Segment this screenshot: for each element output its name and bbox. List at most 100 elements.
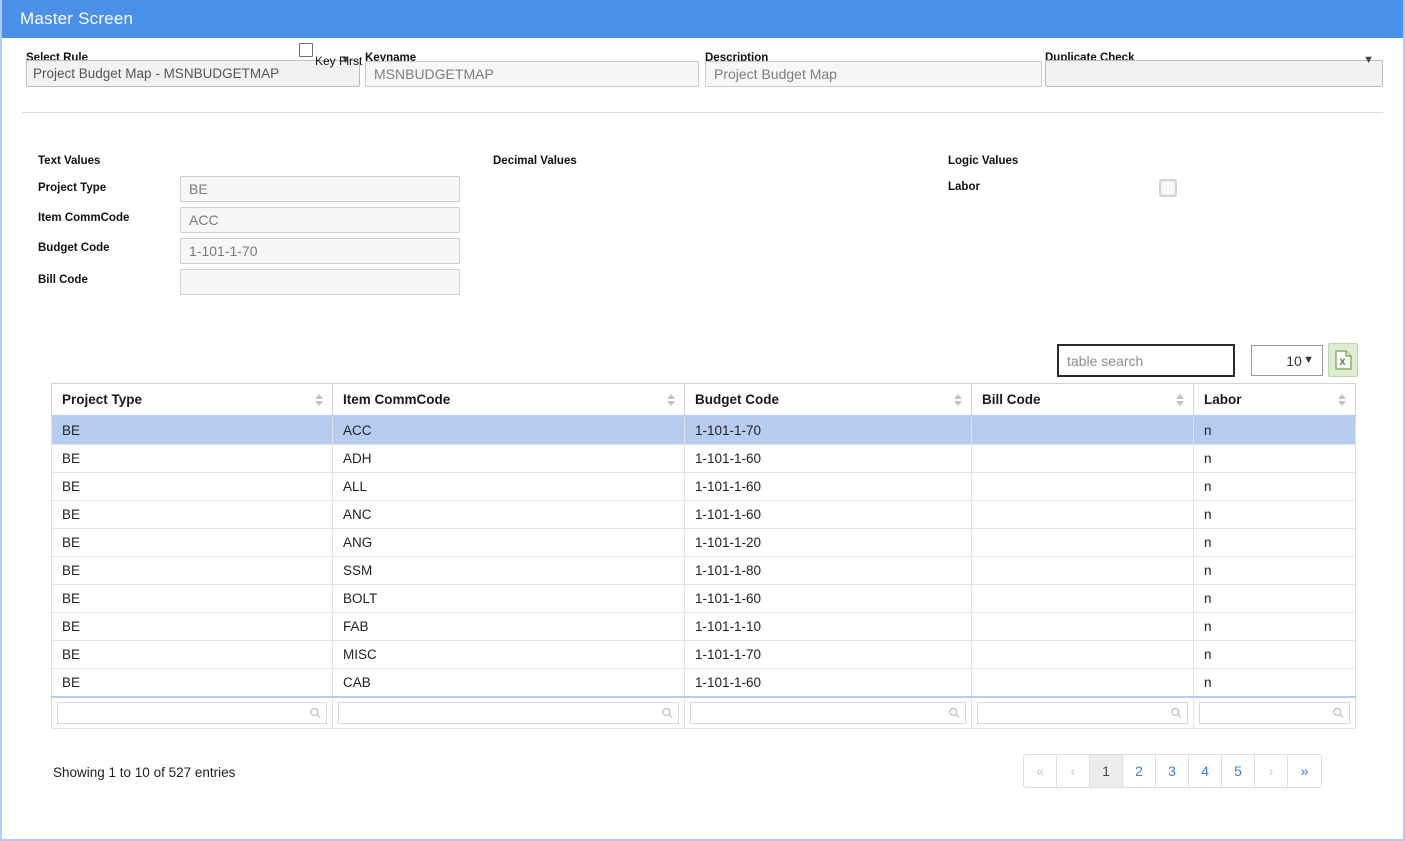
table-header-row: Project Type Item CommCode Budget Code B… [52,384,1356,417]
cell-budget-code: 1-101-1-20 [685,529,972,557]
column-header-label: Item CommCode [343,392,450,407]
sort-icon[interactable] [954,393,963,407]
item-commcode-input[interactable] [180,207,460,233]
page-length-select[interactable]: 10 [1251,345,1323,376]
filter-input-bill-code[interactable] [977,702,1188,724]
column-header-labor[interactable]: Labor [1194,384,1356,417]
cell-project-type: BE [52,613,333,641]
filter-input-budget-code[interactable] [690,702,966,724]
keyname-input[interactable] [365,61,699,87]
bill-code-label: Bill Code [38,274,88,286]
table-row[interactable]: BE ADH 1-101-1-60 n [52,445,1356,473]
column-header-budget-code[interactable]: Budget Code [685,384,972,417]
pagination-previous[interactable]: ‹ [1057,755,1090,787]
cell-budget-code: 1-101-1-60 [685,669,972,698]
cell-project-type: BE [52,501,333,529]
table-row[interactable]: BE MISC 1-101-1-70 n [52,641,1356,669]
cell-labor: n [1194,613,1356,641]
pagination-page-3[interactable]: 3 [1156,755,1189,787]
cell-item-commcode: ANG [333,529,685,557]
cell-bill-code [972,473,1194,501]
table-row[interactable]: BE ANC 1-101-1-60 n [52,501,1356,529]
bill-code-input[interactable] [180,269,460,295]
cell-bill-code [972,557,1194,585]
cell-bill-code [972,585,1194,613]
budget-code-label: Budget Code [38,242,110,254]
decimal-values-heading: Decimal Values [493,155,577,167]
pagination-first[interactable]: « [1024,755,1057,787]
data-table: Project Type Item CommCode Budget Code B… [51,383,1356,729]
budget-code-input[interactable] [180,238,460,264]
cell-project-type: BE [52,557,333,585]
sort-icon[interactable] [1338,393,1347,407]
filter-input-item-commcode[interactable] [338,702,679,724]
select-rule-select[interactable]: Project Budget Map - MSNBUDGETMAP [26,60,360,87]
column-header-bill-code[interactable]: Bill Code [972,384,1194,417]
pagination-last[interactable]: » [1288,755,1321,787]
table-row[interactable]: BE ACC 1-101-1-70 n [52,416,1356,445]
cell-budget-code: 1-101-1-70 [685,641,972,669]
column-header-label: Budget Code [695,392,779,407]
cell-item-commcode: SSM [333,557,685,585]
cell-labor: n [1194,585,1356,613]
cell-project-type: BE [52,529,333,557]
filter-input-project-type[interactable] [57,702,327,724]
cell-budget-code: 1-101-1-70 [685,416,972,445]
pagination-page-2[interactable]: 2 [1123,755,1156,787]
cell-bill-code [972,669,1194,698]
table-row[interactable]: BE BOLT 1-101-1-60 n [52,585,1356,613]
table-footer [52,697,1356,729]
text-values-heading: Text Values [38,155,100,167]
filter-input-labor[interactable] [1199,702,1350,724]
cell-item-commcode: CAB [333,669,685,698]
column-header-label: Bill Code [982,392,1041,407]
table-row[interactable]: BE CAB 1-101-1-60 n [52,669,1356,698]
filter-cell-labor [1194,697,1356,729]
cell-labor: n [1194,416,1356,445]
filter-cell-item-commcode [333,697,685,729]
cell-budget-code: 1-101-1-60 [685,501,972,529]
column-header-project-type[interactable]: Project Type [52,384,333,417]
logic-values-heading: Logic Values [948,155,1018,167]
pagination: « ‹ 1 2 3 4 5 › » [1023,754,1322,788]
page-title: Master Screen [20,9,133,28]
sort-icon[interactable] [1176,393,1185,407]
cell-item-commcode: ADH [333,445,685,473]
pagination-page-4[interactable]: 4 [1189,755,1222,787]
table-row[interactable]: BE ANG 1-101-1-20 n [52,529,1356,557]
cell-labor: n [1194,501,1356,529]
column-header-item-commcode[interactable]: Item CommCode [333,384,685,417]
excel-export-icon: X [1335,350,1352,370]
table-row[interactable]: BE SSM 1-101-1-80 n [52,557,1356,585]
page-length-dropdown[interactable]: 10 ▼ [1251,345,1323,376]
table-row[interactable]: BE ALL 1-101-1-60 n [52,473,1356,501]
key-first-label: Key First [315,54,362,68]
description-input[interactable] [705,61,1042,87]
sort-icon[interactable] [667,393,676,407]
cell-budget-code: 1-101-1-60 [685,473,972,501]
table-row[interactable]: BE FAB 1-101-1-10 n [52,613,1356,641]
cell-item-commcode: ALL [333,473,685,501]
cell-budget-code: 1-101-1-80 [685,557,972,585]
rule-header-row: Select Rule Project Budget Map - MSNBUDG… [2,38,1403,98]
table-search-input[interactable] [1057,344,1235,377]
cell-project-type: BE [52,641,333,669]
pagination-page-5[interactable]: 5 [1222,755,1255,787]
sort-icon[interactable] [315,393,324,407]
item-commcode-label: Item CommCode [38,212,129,224]
cell-item-commcode: FAB [333,613,685,641]
master-screen-page: Master Screen Select Rule Project Budget… [0,0,1405,841]
window-title-bar: Master Screen [2,0,1403,38]
svg-text:X: X [1339,357,1345,367]
pagination-next[interactable]: › [1255,755,1288,787]
project-type-input[interactable] [180,176,460,202]
labor-checkbox[interactable] [1159,179,1177,197]
pagination-page-1[interactable]: 1 [1090,755,1123,787]
filter-cell-bill-code [972,697,1194,729]
excel-export-button[interactable]: X [1328,343,1358,377]
key-first-checkbox[interactable] [299,43,313,57]
cell-bill-code [972,641,1194,669]
cell-bill-code [972,613,1194,641]
cell-item-commcode: ACC [333,416,685,445]
duplicate-check-select[interactable] [1045,60,1383,87]
